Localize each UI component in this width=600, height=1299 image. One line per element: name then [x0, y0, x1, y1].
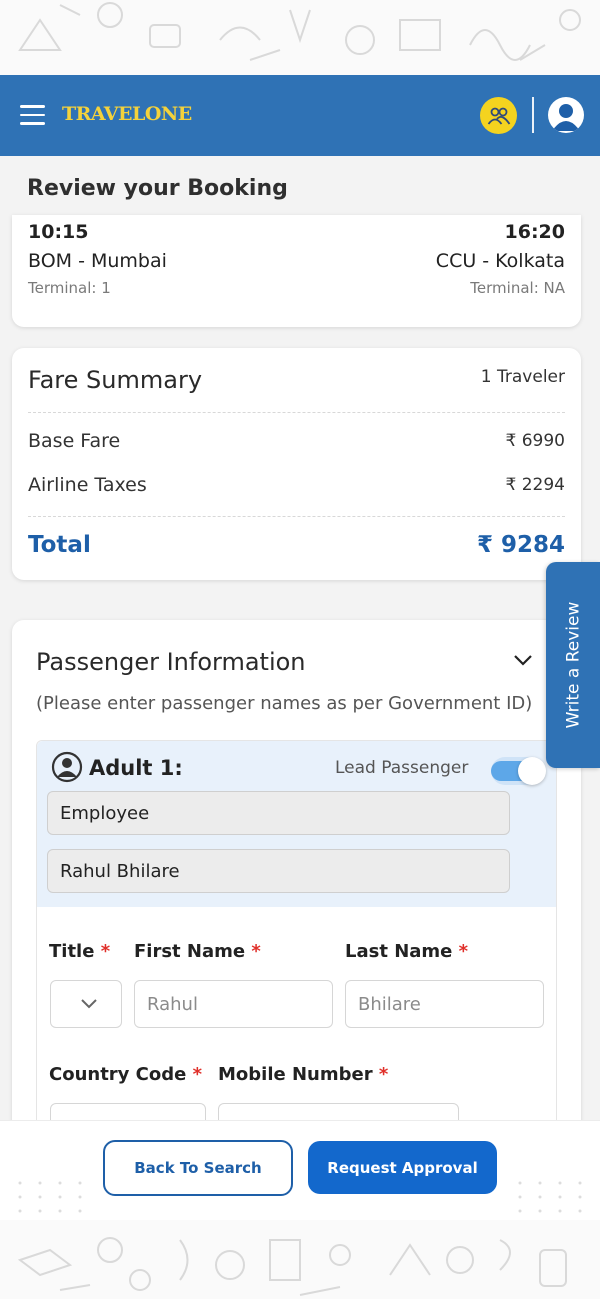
travel-doodles-icon: [18, 2, 581, 61]
request-approval-button[interactable]: Request Approval: [308, 1141, 497, 1194]
departure-terminal: Terminal: 1: [28, 279, 111, 297]
base-fare-label: Base Fare: [28, 430, 121, 452]
profile-button[interactable]: [548, 97, 584, 133]
top-doodle-pattern: [0, 0, 600, 75]
dot-pattern: [18, 1181, 582, 1213]
departure-city: BOM - Mumbai: [28, 250, 167, 272]
passenger-name-field[interactable]: Rahul Bhilare: [47, 849, 510, 893]
first-name-label: First Name *: [134, 941, 261, 962]
title-label: Title *: [49, 941, 111, 962]
chevron-down-icon: [81, 999, 97, 1009]
adult-header-section: Adult 1: Lead Passenger Employee Rahul B…: [37, 741, 556, 907]
arrival-terminal: Terminal: NA: [470, 279, 565, 297]
chevron-down-icon[interactable]: [512, 653, 534, 667]
hamburger-menu-icon[interactable]: [20, 105, 45, 125]
mobile-number-label: Mobile Number *: [218, 1064, 389, 1085]
passenger-info-title: Passenger Information: [36, 648, 306, 676]
divider: [28, 412, 565, 413]
last-name-label: Last Name *: [345, 941, 469, 962]
arrival-city: CCU - Kolkata: [435, 250, 565, 272]
header-divider: [532, 97, 534, 133]
flight-details-card: 10:15 16:20 BOM - Mumbai CCU - Kolkata T…: [12, 215, 581, 327]
airline-taxes-label: Airline Taxes: [28, 474, 147, 496]
last-name-input[interactable]: Bhilare: [345, 980, 544, 1028]
total-label: Total: [28, 532, 91, 558]
group-users-icon: [487, 107, 510, 125]
departure-time: 10:15: [28, 221, 89, 243]
travelone-logo[interactable]: TRAVELONE: [62, 103, 192, 125]
country-code-label: Country Code *: [49, 1064, 203, 1085]
write-review-label: Write a Review: [563, 601, 584, 729]
lead-passenger-label: Lead Passenger: [335, 758, 469, 778]
mobile-number-input[interactable]: [218, 1103, 459, 1120]
back-to-search-button[interactable]: Back To Search: [103, 1140, 293, 1196]
adult-passenger-form: Adult 1: Lead Passenger Employee Rahul B…: [36, 740, 557, 1120]
title-select[interactable]: [50, 980, 122, 1028]
passenger-id-note: (Please enter passenger names as per Gov…: [36, 693, 533, 714]
bottom-doodle-pattern: [0, 1220, 600, 1299]
lead-passenger-toggle[interactable]: [491, 757, 546, 785]
passenger-avatar-icon: [51, 751, 83, 783]
app-header: TRAVELONE: [0, 75, 600, 156]
page-title: Review your Booking: [27, 176, 288, 201]
passenger-information-card: Passenger Information (Please enter pass…: [12, 620, 581, 1120]
traveler-count: 1 Traveler: [480, 367, 565, 387]
arrival-time: 16:20: [504, 221, 565, 243]
passenger-type-field[interactable]: Employee: [47, 791, 510, 835]
fare-summary-title: Fare Summary: [28, 366, 203, 394]
divider: [28, 516, 565, 517]
total-value: ₹ 9284: [476, 532, 565, 558]
bottom-action-bar: Back To Search Request Approval: [0, 1120, 600, 1220]
airline-taxes-value: ₹ 2294: [505, 475, 565, 495]
adult-label: Adult 1:: [89, 756, 183, 780]
country-code-select[interactable]: [50, 1103, 206, 1120]
first-name-input[interactable]: Rahul: [134, 980, 333, 1028]
booking-review-content: Review your Booking 10:15 16:20 BOM - Mu…: [0, 156, 600, 1120]
user-profile-icon: [552, 104, 580, 131]
fare-summary-card: Fare Summary 1 Traveler Base Fare ₹ 6990…: [12, 348, 581, 580]
write-review-tab[interactable]: Write a Review: [546, 562, 600, 768]
group-users-button[interactable]: [480, 97, 517, 134]
base-fare-value: ₹ 6990: [505, 431, 565, 451]
travel-doodles-icon: [17, 1237, 567, 1296]
